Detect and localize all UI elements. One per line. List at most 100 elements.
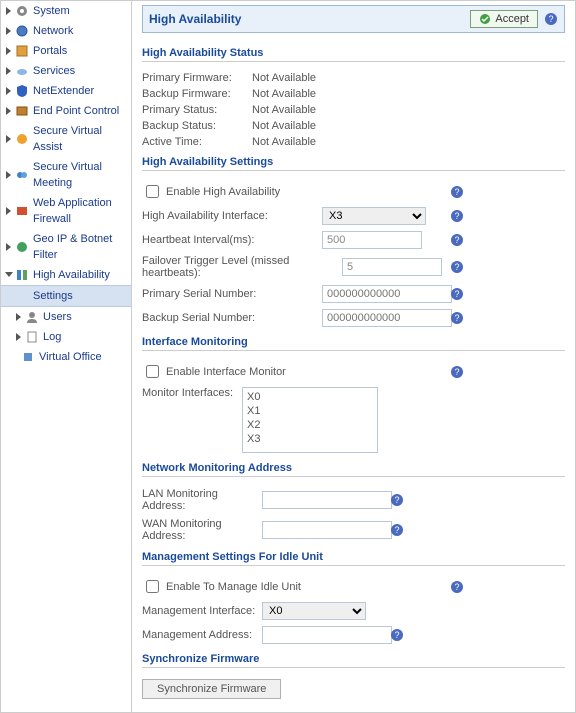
- nav-item-geoip[interactable]: Geo IP & Botnet Filter: [1, 229, 131, 265]
- firewall-icon: [15, 204, 29, 218]
- geo-icon: [15, 240, 29, 254]
- backup-sn-input[interactable]: [322, 309, 452, 327]
- nav-item-netextender[interactable]: NetExtender: [1, 81, 131, 101]
- enable-ha-label: Enable High Availability: [166, 186, 280, 198]
- hb-input[interactable]: [322, 231, 422, 249]
- nav-item-waf[interactable]: Web Application Firewall: [1, 193, 131, 229]
- check-icon: [479, 13, 491, 25]
- lan-mon-label: LAN Monitoring Address:: [142, 488, 262, 512]
- help-icon[interactable]: ?: [544, 12, 558, 26]
- shield-icon: [15, 84, 29, 98]
- status-row: Backup Firmware:Not Available: [142, 86, 565, 102]
- mgmt-interface-select[interactable]: X0: [262, 602, 366, 620]
- portal-icon: [15, 44, 29, 58]
- chevron-right-icon: [5, 107, 13, 115]
- enable-monitor-label: Enable Interface Monitor: [166, 366, 286, 378]
- main-content: High Availability Accept ? High Availabi…: [132, 1, 575, 712]
- list-item[interactable]: X1: [245, 404, 375, 418]
- help-icon[interactable]: ?: [450, 365, 464, 379]
- status-row: Primary Status:Not Available: [142, 102, 565, 118]
- help-icon[interactable]: ?: [450, 209, 464, 223]
- wan-mon-input[interactable]: [262, 521, 392, 539]
- chevron-right-icon: [5, 87, 13, 95]
- ha-interface-select[interactable]: X3: [322, 207, 426, 225]
- enable-idle-checkbox[interactable]: [146, 580, 159, 593]
- status-value: Not Available: [252, 72, 316, 84]
- nav-label: End Point Control: [33, 103, 119, 119]
- nav-item-system[interactable]: System: [1, 1, 131, 21]
- nav-label: Users: [43, 309, 72, 325]
- help-icon[interactable]: ?: [450, 233, 464, 247]
- page-header: High Availability Accept ?: [142, 5, 565, 33]
- chevron-right-icon: [5, 207, 13, 215]
- chevron-right-icon: [5, 243, 13, 251]
- section-netmon: Network Monitoring Address: [142, 456, 565, 477]
- help-icon[interactable]: ?: [450, 287, 464, 301]
- nav-item-portals[interactable]: Portals: [1, 41, 131, 61]
- status-row: Primary Firmware:Not Available: [142, 70, 565, 86]
- nav-item-services[interactable]: Services: [1, 61, 131, 81]
- chevron-right-icon: [15, 333, 23, 341]
- primary-sn-label: Primary Serial Number:: [142, 288, 322, 300]
- enable-idle-label: Enable To Manage Idle Unit: [166, 581, 301, 593]
- enable-ha-checkbox[interactable]: [146, 185, 159, 198]
- mgmt-address-label: Management Address:: [142, 629, 262, 641]
- help-icon[interactable]: ?: [450, 311, 464, 325]
- status-value: Not Available: [252, 120, 316, 132]
- monitor-interfaces-list[interactable]: X0 X1 X2 X3: [242, 387, 378, 453]
- users-icon: [25, 310, 39, 324]
- nav-item-network[interactable]: Network: [1, 21, 131, 41]
- help-icon[interactable]: ?: [390, 523, 404, 537]
- section-settings: High Availability Settings: [142, 150, 565, 171]
- nav-item-virtualassist[interactable]: Secure Virtual Assist: [1, 121, 131, 157]
- nav-label: Virtual Office: [39, 349, 102, 365]
- svg-text:?: ?: [454, 367, 459, 377]
- nav-label: NetExtender: [33, 83, 94, 99]
- svg-text:?: ?: [394, 525, 399, 535]
- list-item[interactable]: X3: [245, 432, 375, 446]
- primary-sn-input[interactable]: [322, 285, 452, 303]
- nav-item-log[interactable]: Log: [1, 327, 131, 347]
- ha-interface-label: High Availability Interface:: [142, 210, 322, 222]
- section-monitoring: Interface Monitoring: [142, 330, 565, 351]
- nav-item-endpoint[interactable]: End Point Control: [1, 101, 131, 121]
- nav-label: Secure Virtual Assist: [33, 123, 127, 155]
- gear-icon: [15, 4, 29, 18]
- list-item[interactable]: X2: [245, 418, 375, 432]
- nav-item-ha[interactable]: High Availability: [1, 265, 131, 285]
- help-icon[interactable]: ?: [450, 185, 464, 199]
- nav-label: System: [33, 3, 70, 19]
- log-icon: [25, 330, 39, 344]
- help-icon[interactable]: ?: [390, 493, 404, 507]
- mgmt-address-input[interactable]: [262, 626, 392, 644]
- chevron-down-icon: [5, 271, 13, 279]
- chevron-right-icon: [15, 313, 23, 321]
- svg-text:?: ?: [394, 630, 399, 640]
- list-item[interactable]: X0: [245, 390, 375, 404]
- svg-text:?: ?: [454, 582, 459, 592]
- nav-item-virtualoffice[interactable]: Virtual Office: [1, 347, 131, 367]
- section-idle: Management Settings For Idle Unit: [142, 545, 565, 566]
- chevron-right-icon: [5, 67, 13, 75]
- nav-sub-settings[interactable]: Settings: [1, 285, 131, 307]
- nav-item-virtualmeeting[interactable]: Secure Virtual Meeting: [1, 157, 131, 193]
- enable-monitor-checkbox[interactable]: [146, 365, 159, 378]
- nav-item-users[interactable]: Users: [1, 307, 131, 327]
- help-icon[interactable]: ?: [390, 628, 404, 642]
- globe-icon: [15, 24, 29, 38]
- status-label: Backup Status:: [142, 120, 252, 132]
- status-row: Active Time:Not Available: [142, 134, 565, 150]
- section-sync: Synchronize Firmware: [142, 647, 565, 668]
- sync-firmware-button[interactable]: Synchronize Firmware: [142, 679, 281, 699]
- chevron-right-icon: [5, 27, 13, 35]
- sidebar: System Network Portals Services NetExten…: [1, 1, 132, 712]
- help-icon[interactable]: ?: [450, 580, 464, 594]
- monitor-list-label: Monitor Interfaces:: [142, 387, 242, 399]
- failover-label: Failover Trigger Level (missed heartbeat…: [142, 255, 342, 279]
- svg-text:?: ?: [454, 211, 459, 221]
- help-icon[interactable]: ?: [450, 260, 464, 274]
- lan-mon-input[interactable]: [262, 491, 392, 509]
- failover-input[interactable]: [342, 258, 442, 276]
- accept-button[interactable]: Accept: [470, 10, 538, 28]
- meeting-icon: [15, 168, 29, 182]
